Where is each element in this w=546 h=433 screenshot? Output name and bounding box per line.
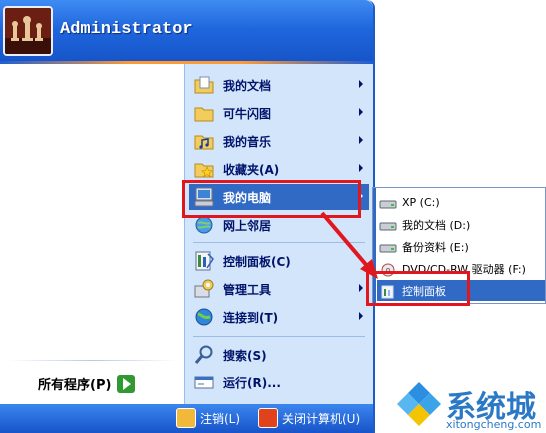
menu-item-label: 收藏夹(A)	[223, 162, 280, 177]
menu-item-label: 可牛闪图	[223, 106, 272, 121]
pinned-programs-pane: 所有程序(P)	[0, 64, 184, 404]
menu-item-label: 运行(R)...	[223, 375, 281, 390]
menu-item-connect-to[interactable]: 连接到(T)	[189, 304, 369, 330]
connect-to-icon	[193, 306, 215, 328]
key-icon	[176, 408, 196, 428]
admin-tools-icon	[193, 278, 215, 300]
run-icon	[193, 371, 215, 393]
annotation-arrow	[320, 211, 378, 279]
music-folder-icon	[193, 130, 215, 152]
user-avatar[interactable]	[3, 6, 53, 56]
submenu-arrow-icon	[359, 164, 363, 172]
submenu-item-label: 备份资料 (E:)	[402, 240, 469, 254]
start-menu-footer: 注销(L) 关闭计算机(U)	[0, 404, 373, 433]
menu-item-label: 管理工具	[223, 282, 272, 297]
user-header: Administrator	[0, 0, 373, 64]
documents-folder-icon	[193, 74, 215, 96]
shutdown-button[interactable]: 关闭计算机(U)	[258, 408, 360, 428]
places-divider	[193, 336, 365, 337]
submenu-item-drive-c[interactable]: XP (C:)	[377, 192, 545, 213]
all-programs-label: 所有程序(P)	[38, 378, 112, 393]
all-programs-button[interactable]: 所有程序(P)	[38, 374, 136, 393]
menu-item-search[interactable]: 搜索(S)	[189, 342, 369, 368]
submenu-item-drive-e[interactable]: 备份资料 (E:)	[377, 236, 545, 257]
menu-item-label: 网上邻居	[223, 218, 272, 233]
submenu-item-label: 我的文档 (D:)	[402, 218, 471, 232]
search-icon	[193, 344, 215, 366]
menu-item-label: 连接到(T)	[223, 310, 279, 325]
menu-item-my-documents[interactable]: 我的文档	[189, 72, 369, 98]
watermark-logo-icon	[397, 382, 441, 426]
green-arrow-icon	[117, 374, 136, 393]
logoff-button[interactable]: 注销(L)	[176, 408, 240, 428]
watermark: 系统城 xitongcheng.com	[388, 378, 544, 432]
menu-item-run[interactable]: 运行(R)...	[189, 369, 369, 395]
menu-item-my-music[interactable]: 我的音乐	[189, 128, 369, 154]
control-panel-icon	[193, 250, 215, 272]
menu-item-label: 我的音乐	[223, 134, 272, 149]
folder-icon	[193, 102, 215, 124]
submenu-item-label: XP (C:)	[402, 196, 440, 209]
power-icon	[258, 408, 278, 428]
shutdown-label: 关闭计算机(U)	[282, 411, 361, 426]
submenu-arrow-icon	[359, 108, 363, 116]
menu-item-label: 搜索(S)	[223, 348, 267, 363]
favorites-folder-icon	[193, 158, 215, 180]
username: Administrator	[60, 20, 193, 39]
logoff-label: 注销(L)	[200, 411, 241, 426]
left-divider	[8, 360, 178, 361]
menu-item-favorites[interactable]: 收藏夹(A)	[189, 156, 369, 182]
submenu-arrow-icon	[359, 80, 363, 88]
submenu-arrow-icon	[359, 312, 363, 320]
menu-item-keniu[interactable]: 可牛闪图	[189, 100, 369, 126]
submenu-item-drive-d[interactable]: 我的文档 (D:)	[377, 214, 545, 235]
submenu-arrow-icon	[359, 284, 363, 292]
watermark-url: xitongcheng.com	[446, 418, 542, 431]
menu-item-label: 我的文档	[223, 78, 272, 93]
submenu-arrow-icon	[359, 136, 363, 144]
menu-item-label: 控制面板(C)	[223, 254, 291, 269]
